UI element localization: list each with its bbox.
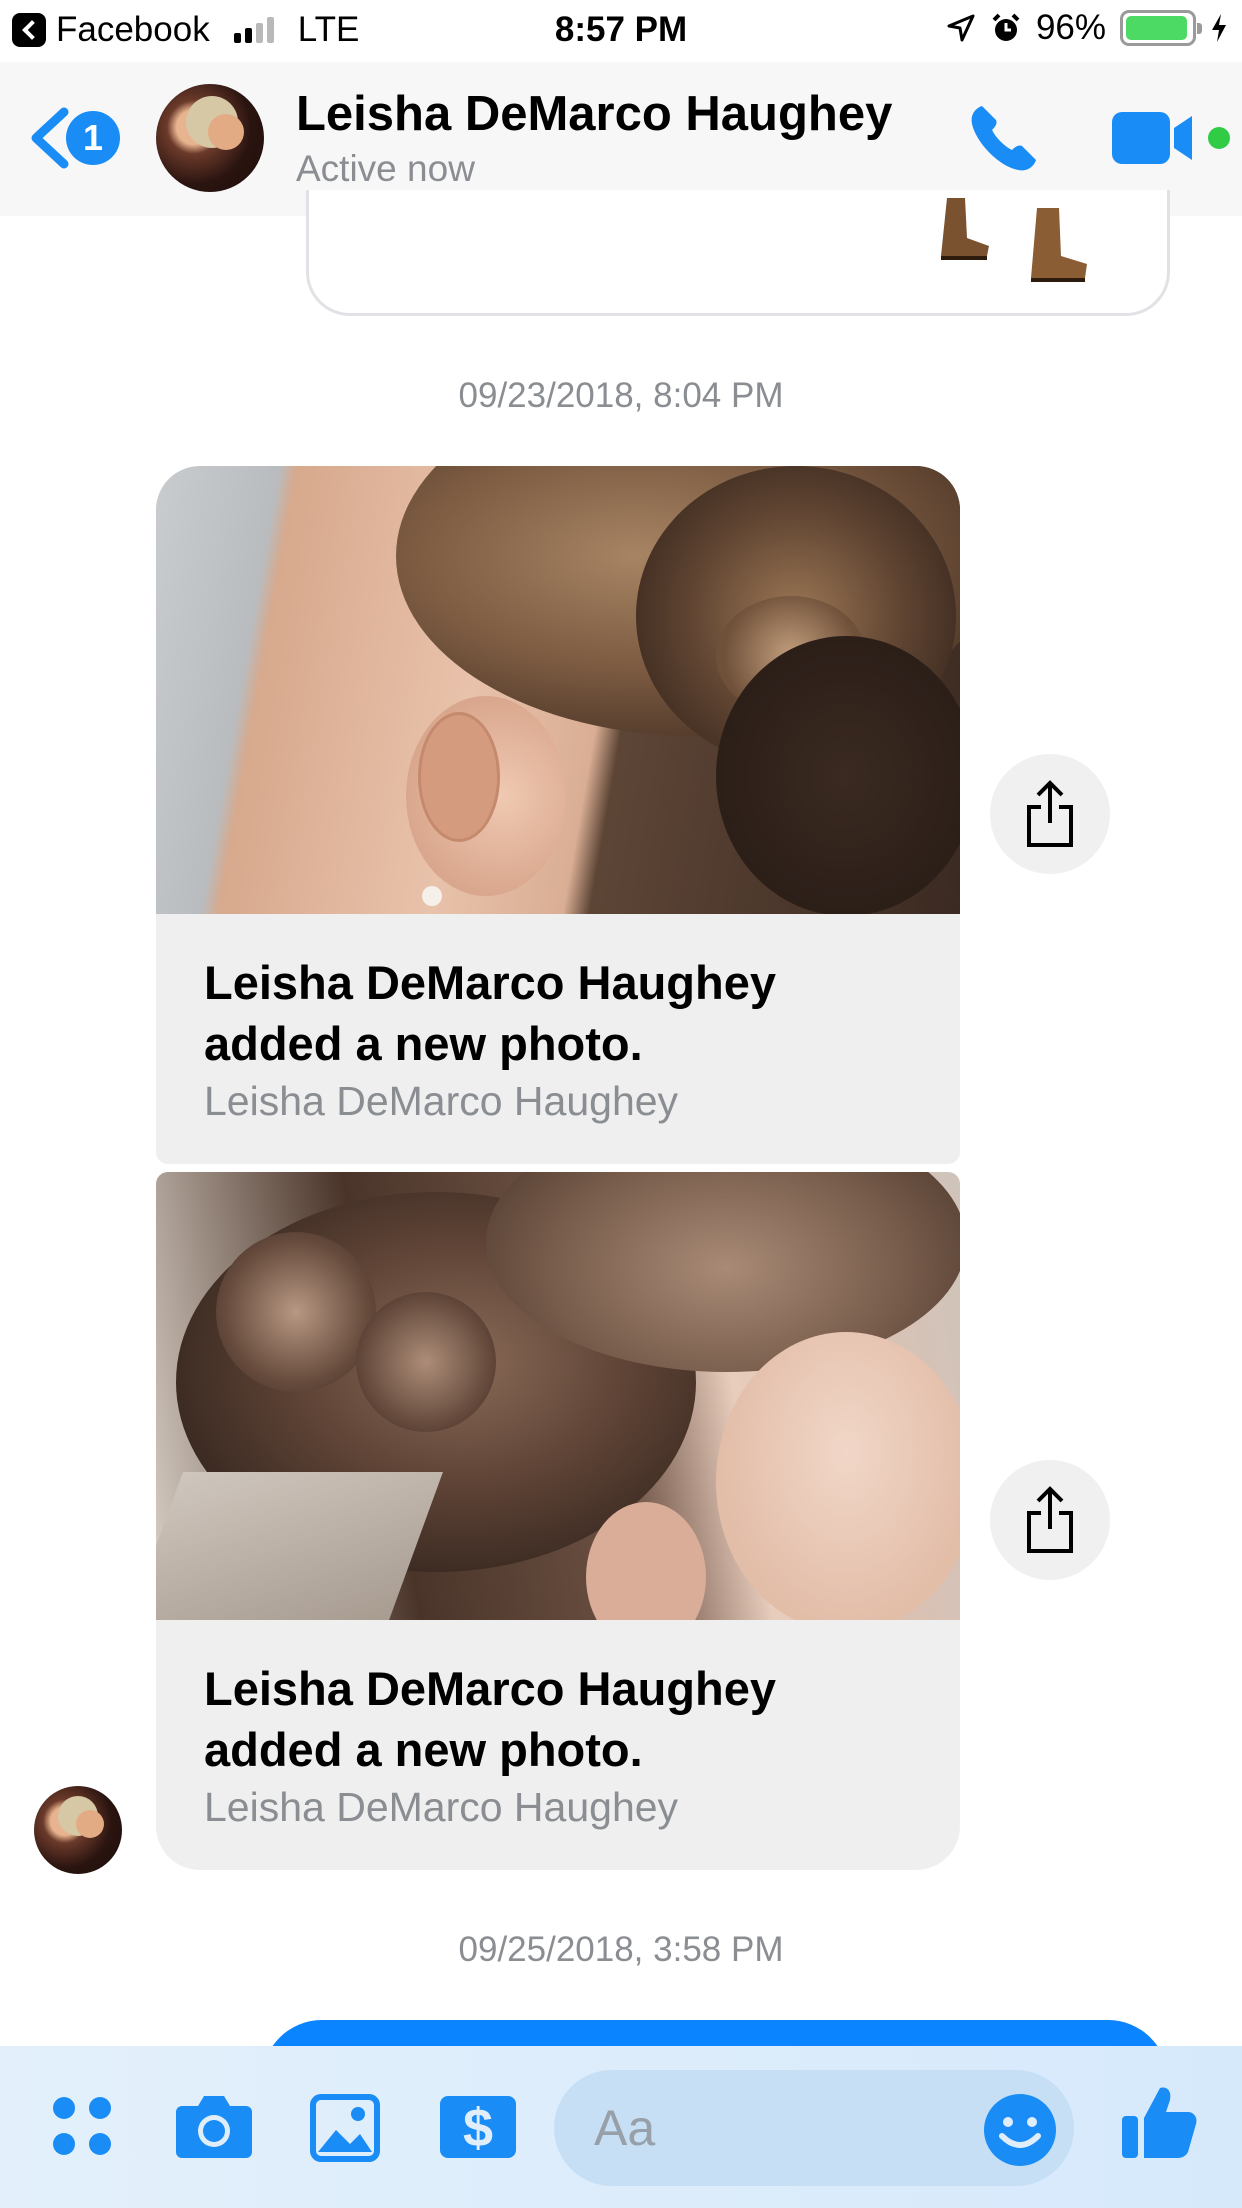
message-timestamp: 09/25/2018, 3:58 PM (458, 1930, 784, 1969)
contact-avatar[interactable] (156, 84, 264, 192)
status-bar: Facebook LTE 8:57 PM 96% (0, 0, 1242, 62)
chevron-left-icon (31, 107, 69, 169)
contact-name[interactable]: Leisha DeMarco Haughey (296, 86, 892, 142)
card-source: Leisha DeMarco Haughey (204, 1784, 679, 1830)
more-apps-icon[interactable] (50, 2094, 114, 2158)
shared-photo-image[interactable] (156, 466, 960, 914)
share-icon (1027, 1486, 1073, 1553)
video-camera-icon (1112, 112, 1192, 164)
photo-share-card[interactable]: Leisha DeMarco Haughey added a new photo… (156, 1172, 960, 1870)
contact-status: Active now (296, 148, 475, 189)
phone-icon (971, 106, 1036, 171)
camera-icon[interactable] (174, 2094, 254, 2160)
emoji-icon[interactable] (982, 2092, 1058, 2168)
message-input[interactable] (594, 2098, 954, 2158)
share-icon (1027, 780, 1073, 847)
sender-avatar[interactable] (34, 1786, 122, 1874)
active-status-dot (1208, 127, 1230, 149)
card-source: Leisha DeMarco Haughey (204, 1078, 679, 1124)
back-button[interactable]: 1 (26, 106, 120, 170)
photo-share-card[interactable]: Leisha DeMarco Haughey added a new photo… (156, 466, 960, 1164)
status-right: 96% (946, 8, 1228, 48)
alarm-icon (992, 13, 1020, 41)
video-call-button[interactable] (1110, 110, 1196, 171)
location-arrow-icon (947, 14, 975, 42)
unread-count-badge: 1 (66, 111, 120, 165)
card-title: Leisha DeMarco Haughey added a new photo… (204, 1662, 777, 1776)
charging-bolt-icon (1212, 14, 1226, 42)
shared-photo-image[interactable] (156, 1172, 960, 1620)
message-timestamp: 09/23/2018, 8:04 PM (458, 376, 784, 415)
svg-text:$: $ (463, 2098, 493, 2158)
share-button[interactable] (990, 1460, 1110, 1580)
thumbs-up-icon[interactable] (1118, 2082, 1198, 2162)
boots-sticker-image (941, 198, 1087, 282)
payment-icon[interactable]: $ (438, 2094, 518, 2160)
card-title: Leisha DeMarco Haughey added a new photo… (204, 956, 777, 1070)
previous-attachment-card[interactable] (306, 190, 1170, 316)
battery-icon (1120, 10, 1202, 46)
battery-percent: 96% (1035, 8, 1106, 47)
share-button[interactable] (990, 754, 1110, 874)
gallery-icon[interactable] (310, 2094, 380, 2162)
voice-call-button[interactable] (966, 100, 1042, 181)
